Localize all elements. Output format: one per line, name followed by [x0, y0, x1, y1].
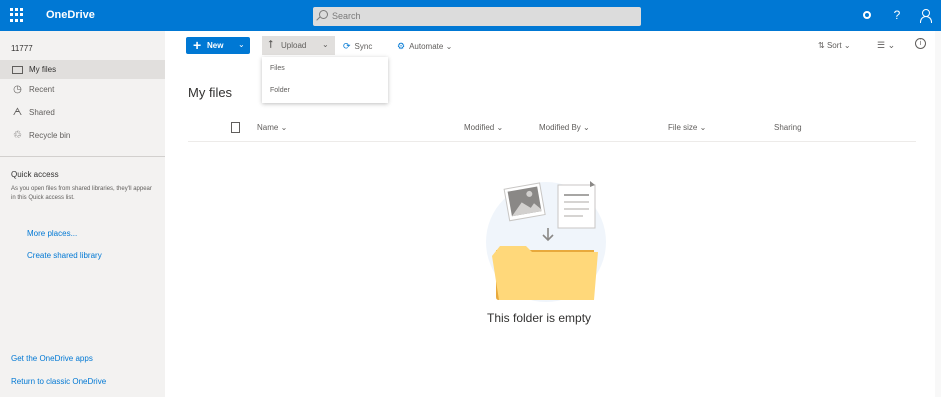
column-modified-by-label: Modified By [539, 123, 581, 132]
column-name-label: Name [257, 123, 279, 132]
empty-folder-message: This folder is empty [487, 311, 592, 325]
more-places-link[interactable]: More places... [27, 229, 77, 238]
column-modified[interactable]: Modified ⌄ [464, 123, 503, 132]
sidebar-item-shared[interactable]: ᗅ Shared [0, 103, 165, 122]
sidebar-item-recent[interactable]: ◷ Recent [0, 80, 165, 99]
chevron-down-icon: ⌄ [887, 40, 896, 50]
column-modified-by[interactable]: Modified By ⌄ [539, 123, 590, 132]
sidebar-item-label: Recent [29, 85, 55, 94]
column-file-size-label: File size [668, 123, 698, 132]
vertical-scrollbar[interactable] [935, 31, 941, 397]
sidebar-item-my-files[interactable]: My files [0, 60, 165, 79]
app-title[interactable]: OneDrive [46, 9, 95, 21]
sidebar: 11777 My files ◷ Recent ᗅ Shared ♲ Recyc… [0, 31, 165, 397]
help-icon[interactable]: ? [888, 6, 906, 24]
file-type-icon[interactable] [231, 122, 240, 133]
chevron-down-icon: ⌄ [238, 40, 245, 49]
automate-icon: ⚙ [397, 41, 406, 51]
sort-button[interactable]: ⇅ Sort ⌄ [818, 41, 851, 50]
sidebar-item-recycle-bin[interactable]: ♲ Recycle bin [0, 126, 165, 145]
column-name[interactable]: Name ⌄ [257, 123, 287, 132]
folder-icon [12, 66, 23, 74]
column-sharing-label: Sharing [774, 123, 802, 132]
upload-menu-item-folder[interactable]: Folder [270, 87, 290, 94]
sync-button[interactable]: ⟳ Sync [343, 41, 372, 52]
search-input[interactable]: Search [313, 7, 641, 26]
sort-button-label: Sort [826, 41, 842, 50]
upload-button[interactable]: ⭡ Upload ⌄ [262, 36, 335, 55]
sidebar-item-label: Recycle bin [29, 131, 71, 140]
create-shared-library-link[interactable]: Create shared library [27, 251, 102, 260]
share-icon: ᗅ [12, 107, 23, 118]
sort-icon: ⇅ [818, 41, 825, 50]
top-bar: OneDrive Search ? [0, 0, 941, 31]
sidebar-item-label: Shared [29, 108, 55, 117]
sidebar-item-label: My files [29, 65, 57, 74]
list-view-icon: ☰ [877, 40, 886, 50]
quick-access-description: As you open files from shared libraries,… [11, 186, 152, 201]
app-launcher-icon[interactable] [10, 8, 24, 22]
empty-folder-illustration [486, 181, 606, 302]
upload-menu: Files Folder [262, 57, 388, 103]
page-title: My files [188, 85, 233, 100]
quick-access-title: Quick access [11, 170, 59, 179]
clock-icon: ◷ [13, 84, 22, 95]
info-icon[interactable]: i [915, 38, 926, 49]
chevron-down-icon: ⌄ [322, 40, 329, 49]
chevron-down-icon: ⌄ [445, 42, 453, 51]
get-apps-link[interactable]: Get the OneDrive apps [11, 354, 93, 363]
recycle-bin-icon: ♲ [13, 130, 22, 141]
automate-button-label: Automate [409, 42, 444, 51]
chevron-down-icon: ⌄ [843, 41, 851, 50]
column-modified-label: Modified [464, 123, 495, 132]
sidebar-divider [0, 156, 165, 157]
settings-gear-icon[interactable] [858, 6, 876, 24]
search-icon [319, 10, 328, 19]
column-sharing[interactable]: Sharing [774, 123, 802, 132]
column-header-row: Name ⌄ Modified ⌄ Modified By ⌄ File siz… [188, 118, 916, 142]
column-file-size[interactable]: File size ⌄ [668, 123, 706, 132]
return-classic-link[interactable]: Return to classic OneDrive [11, 377, 106, 386]
upload-button-label: Upload [281, 41, 307, 50]
new-button-label: New [207, 41, 224, 50]
search-placeholder: Search [332, 11, 361, 21]
account-icon[interactable] [916, 6, 934, 24]
view-options-button[interactable]: ☰ ⌄ [877, 40, 895, 51]
plus-icon: + [193, 37, 202, 53]
sync-button-label: Sync [354, 42, 373, 51]
sync-icon: ⟳ [343, 41, 351, 51]
upload-menu-item-files[interactable]: Files [270, 65, 285, 72]
new-button[interactable]: + New ⌄ [186, 37, 250, 54]
automate-button[interactable]: ⚙ Automate ⌄ [397, 41, 452, 52]
upload-icon: ⭡ [268, 39, 274, 51]
account-name: 11777 [11, 44, 33, 53]
